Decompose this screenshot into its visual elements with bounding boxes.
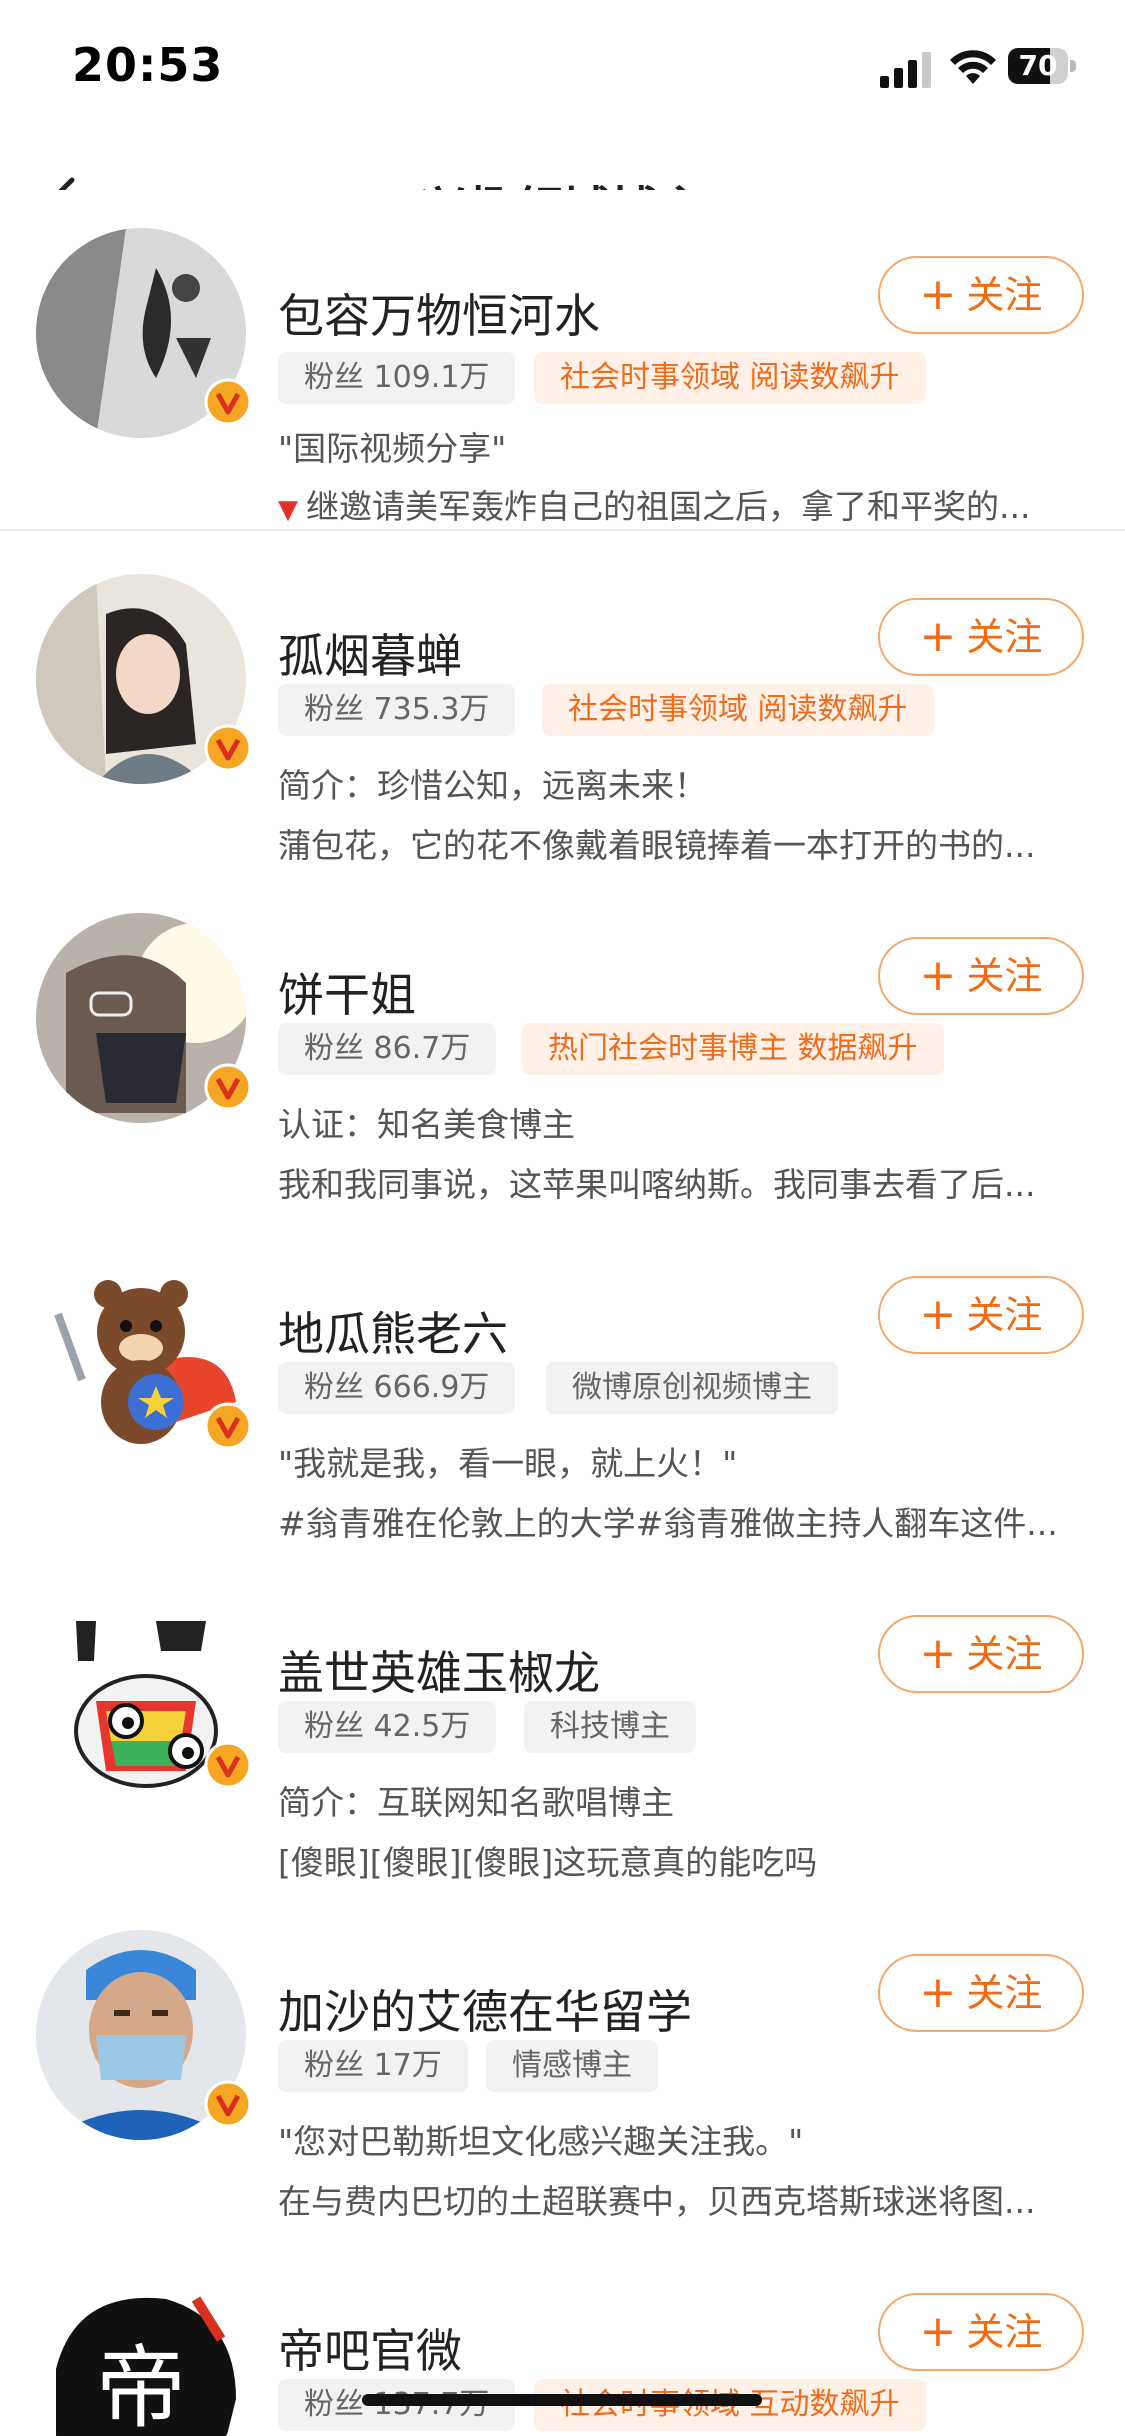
follow-button[interactable]: + 关注 [878, 598, 1084, 676]
blogger-card[interactable]: 地瓜熊老六 + 关注 粉丝 666.9万 微博原创视频博主 "我就是我，看一眼，就… [0, 1232, 1125, 1573]
follow-button[interactable]: + 关注 [878, 1615, 1084, 1693]
plus-icon: + [919, 269, 957, 320]
avatar[interactable] [36, 913, 252, 1123]
status-bar: 20:53 70 [0, 0, 1125, 140]
status-time: 20:53 [72, 38, 224, 92]
latest-post[interactable]: 蒲包花，它的花不像戴着眼镜捧着一本打开的书的... [278, 819, 1093, 867]
verified-badge-icon [204, 378, 252, 426]
verified-badge-icon [204, 1402, 252, 1450]
verified-badge-icon [204, 1063, 252, 1111]
plus-icon: + [919, 1289, 957, 1340]
blogger-card[interactable]: 盖世英雄玉椒龙 + 关注 粉丝 42.5万 科技博主 简介：互联网知名歌唱博主 [… [0, 1571, 1125, 1912]
follow-button[interactable]: + 关注 [878, 1954, 1084, 2032]
avatar[interactable] [36, 1930, 252, 2140]
blogger-name[interactable]: 地瓜熊老六 [278, 1298, 508, 1364]
blogger-name[interactable]: 帝吧官微 [278, 2315, 462, 2381]
category-tag: 科技博主 [524, 1701, 696, 1753]
category-tag: 社会时事领域 阅读数飙升 [534, 352, 926, 404]
plus-icon: + [919, 1967, 957, 2018]
wifi-icon [950, 50, 996, 84]
blogger-intro: "我就是我，看一眼，就上火！" [278, 1444, 738, 1483]
follow-button[interactable]: + 关注 [878, 2293, 1084, 2371]
avatar[interactable] [36, 1252, 252, 1462]
fans-count-tag: 粉丝 109.1万 [278, 352, 516, 404]
fans-count-tag: 粉丝 42.5万 [278, 1701, 497, 1753]
verified-badge-icon [204, 2080, 252, 2128]
plus-icon: + [919, 2306, 957, 2357]
category-tag: 热门社会时事博主 数据飙升 [522, 1023, 944, 1075]
verified-badge-icon [204, 724, 252, 772]
follow-button[interactable]: + 关注 [878, 937, 1084, 1015]
fans-count-tag: 粉丝 735.3万 [278, 684, 516, 736]
follow-button[interactable]: + 关注 [878, 256, 1084, 334]
home-indicator[interactable] [362, 2394, 762, 2406]
red-triangle-icon: ▼ [278, 495, 298, 525]
battery-icon: 70 [1008, 48, 1078, 88]
avatar[interactable]: 帝 [36, 2269, 246, 2436]
blogger-intro: "国际视频分享" [278, 429, 507, 468]
cellular-signal-icon [880, 52, 931, 88]
category-tag: 社会时事领域 阅读数飙升 [542, 684, 934, 736]
blogger-name[interactable]: 孤烟暮蝉 [278, 620, 462, 686]
fans-count-tag: 粉丝 86.7万 [278, 1023, 497, 1075]
category-tag: 微博原创视频博主 [546, 1362, 838, 1414]
verified-badge-icon [204, 1741, 252, 1789]
latest-post[interactable]: 在与费内巴切的土超联赛中，贝西克塔斯球迷将图... [278, 2175, 1093, 2223]
blogger-name[interactable]: 加沙的艾德在华留学 [278, 1976, 692, 2042]
plus-icon: + [919, 950, 957, 1001]
fans-count-tag: 粉丝 666.9万 [278, 1362, 516, 1414]
latest-post[interactable]: #翁青雅在伦敦上的大学#翁青雅做主持人翻车这件... [278, 1497, 1093, 1545]
svg-text:帝: 帝 [96, 2336, 186, 2436]
avatar[interactable] [36, 228, 252, 438]
follow-button[interactable]: + 关注 [878, 1276, 1084, 1354]
blogger-name[interactable]: 盖世英雄玉椒龙 [278, 1637, 600, 1703]
plus-icon: + [919, 611, 957, 662]
latest-post[interactable]: ▼ 继邀请美军轰炸自己的祖国之后，拿了和平奖的... [278, 480, 1093, 528]
blogger-card[interactable]: 饼干姐 + 关注 粉丝 86.7万 热门社会时事博主 数据飙升 认证：知名美食博主… [0, 893, 1125, 1234]
blogger-intro: 简介：珍惜公知，远离未来！ [278, 766, 707, 805]
battery-level: 70 [1018, 49, 1058, 82]
blogger-name[interactable]: 饼干姐 [278, 959, 416, 1025]
avatar[interactable] [36, 574, 252, 784]
latest-post[interactable]: 我和我同事说，这苹果叫喀纳斯。我同事去看了后... [278, 1158, 1093, 1206]
blogger-card[interactable]: 孤烟暮蝉 + 关注 粉丝 735.3万 社会时事领域 阅读数飙升 简介：珍惜公知，… [0, 554, 1125, 895]
plus-icon: + [919, 1628, 957, 1679]
latest-post[interactable]: [傻眼][傻眼][傻眼]这玩意真的能吃吗 [278, 1836, 1093, 1884]
blogger-intro: 简介：互联网知名歌唱博主 [278, 1783, 674, 1822]
blogger-card[interactable]: 帝 帝吧官微 +关注 粉丝 137.7万 社会时事领域 互动数飙升 [0, 2249, 1125, 2436]
blogger-name[interactable]: 包容万物恒河水 [278, 280, 600, 346]
blogger-intro: "您对巴勒斯坦文化感兴趣关注我。" [278, 2122, 804, 2161]
category-tag: 情感博主 [486, 2040, 658, 2092]
blogger-card[interactable]: 加沙的艾德在华留学 + 关注 粉丝 17万 情感博主 "您对巴勒斯坦文化感兴趣关注… [0, 1910, 1125, 2251]
avatar[interactable] [36, 1591, 252, 1801]
blogger-intro: 认证：知名美食博主 [278, 1105, 575, 1144]
fans-count-tag: 粉丝 17万 [278, 2040, 468, 2092]
blogger-card[interactable]: 包容万物恒河水 + 关注 粉丝 109.1万 社会时事领域 阅读数飙升 "国际视频… [0, 190, 1125, 531]
